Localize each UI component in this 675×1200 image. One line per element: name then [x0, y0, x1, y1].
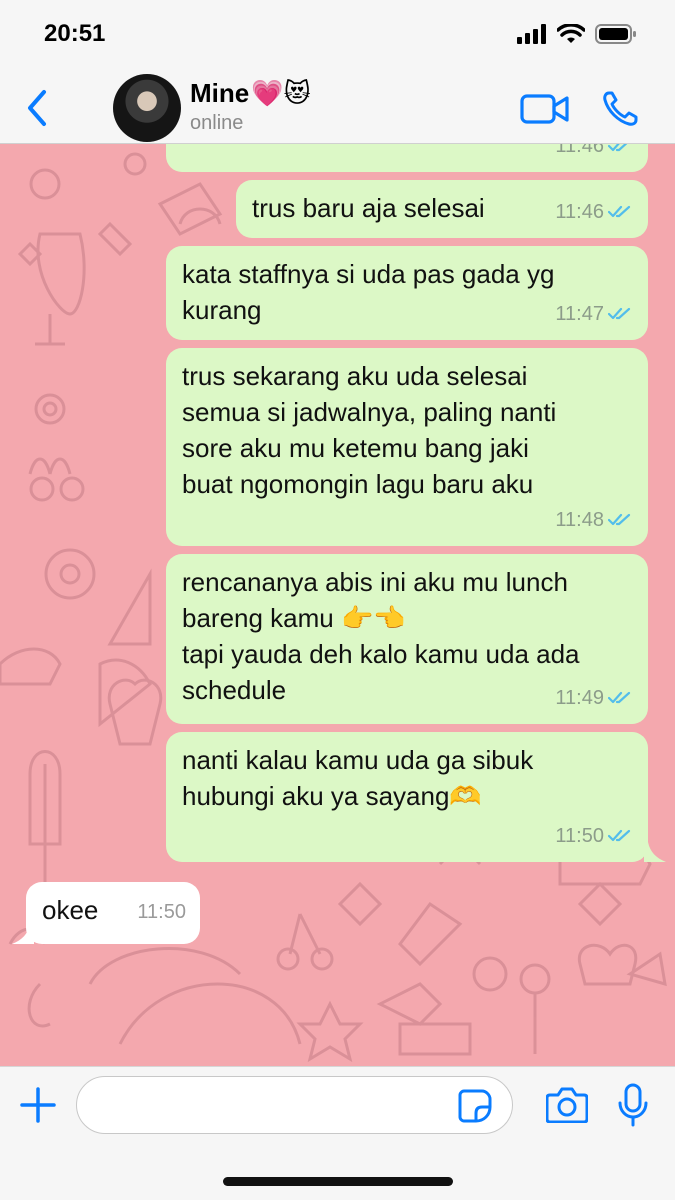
contact-name-text: Mine — [190, 78, 250, 108]
message-text: okee — [42, 895, 99, 925]
avatar[interactable] — [113, 74, 181, 142]
message-bubble-outgoing[interactable]: 11:46 — [166, 144, 648, 172]
voice-message-button[interactable] — [618, 1083, 648, 1127]
message-meta: 11:50 — [555, 818, 634, 854]
contact-name[interactable]: Mine 💗😻 — [190, 78, 311, 109]
status-bar: 20:51 — [0, 0, 675, 72]
input-bar — [0, 1066, 675, 1200]
message-line: kata staffnya si uda pas gada yg — [182, 259, 555, 289]
message-time: 11:46 — [555, 144, 604, 157]
read-receipt-icon — [608, 691, 631, 704]
message-input[interactable] — [76, 1076, 513, 1134]
message-line: rencananya abis ini aku mu lunch — [182, 567, 568, 597]
message-time: 11:50 — [555, 825, 604, 847]
message-meta: 11:50 — [137, 894, 186, 930]
chevron-left-icon — [28, 90, 46, 126]
message-line: semua si jadwalnya, paling nanti — [182, 397, 557, 427]
message-text: trus baru aja selesai — [252, 193, 485, 223]
message-line: trus sekarang aku uda selesai — [182, 361, 528, 391]
read-receipt-icon — [608, 513, 631, 526]
phone-icon — [603, 91, 638, 126]
message-time: 11:48 — [555, 509, 604, 531]
message-meta: 11:48 — [555, 502, 634, 538]
contact-name-emoji: 💗😻 — [251, 78, 311, 108]
message-line: bareng kamu 👉👈 — [182, 603, 406, 633]
microphone-icon — [618, 1083, 648, 1127]
message-line: tapi yauda deh kalo kamu uda ada — [182, 639, 580, 669]
read-receipt-icon — [608, 144, 628, 152]
bubble-tail-outgoing — [644, 842, 666, 862]
signal-icon — [517, 24, 546, 44]
camera-button[interactable] — [546, 1087, 588, 1123]
video-call-button[interactable] — [520, 92, 570, 126]
message-bubble-outgoing[interactable]: trus sekarang aku uda selesai semua si j… — [166, 348, 648, 546]
sticker-button[interactable] — [458, 1089, 492, 1123]
read-receipt-icon — [608, 307, 631, 320]
contact-status: online — [190, 112, 244, 134]
status-icons — [517, 24, 637, 44]
sticker-icon — [458, 1089, 492, 1123]
back-button[interactable] — [22, 86, 52, 130]
message-meta: 11:47 — [555, 296, 634, 332]
message-time: 11:46 — [555, 201, 604, 223]
home-indicator — [223, 1177, 453, 1186]
message-line: sore aku mu ketemu bang jaki — [182, 433, 529, 463]
message-meta: 11:49 — [555, 680, 634, 716]
status-time: 20:51 — [44, 20, 106, 47]
message-bubble-outgoing[interactable]: kata staffnya si uda pas gada yg kurang … — [166, 246, 648, 340]
attach-button[interactable] — [20, 1087, 56, 1123]
message-bubble-incoming[interactable]: okee 11:50 — [26, 882, 200, 944]
message-time: 11:49 — [555, 687, 604, 709]
camera-icon — [546, 1087, 588, 1123]
message-meta: 11:46 — [555, 144, 634, 164]
video-camera-icon — [520, 94, 569, 124]
message-line: nanti kalau kamu uda ga sibuk — [182, 745, 534, 775]
chat-header: Mine 💗😻 online — [0, 72, 675, 144]
message-bubble-outgoing[interactable]: rencananya abis ini aku mu lunch bareng … — [166, 554, 648, 724]
voice-call-button[interactable] — [600, 89, 640, 129]
message-time: 11:47 — [555, 303, 604, 325]
message-bubble-outgoing[interactable]: trus baru aja selesai 11:46 — [236, 180, 648, 238]
battery-icon — [595, 24, 636, 44]
plus-icon — [20, 1087, 56, 1123]
message-meta: 11:46 — [555, 194, 634, 230]
message-line: buat ngomongin lagu baru aku — [182, 469, 534, 499]
chat-area[interactable]: 11:46 trus baru aja selesai 11:46 kata s… — [0, 144, 675, 1066]
read-receipt-icon — [608, 205, 631, 218]
message-line: hubungi aku ya sayang🫶 — [182, 781, 482, 811]
message-time: 11:50 — [137, 901, 186, 923]
wifi-icon — [557, 24, 585, 43]
read-receipt-icon — [608, 829, 631, 842]
message-bubble-outgoing[interactable]: nanti kalau kamu uda ga sibuk hubungi ak… — [166, 732, 648, 862]
